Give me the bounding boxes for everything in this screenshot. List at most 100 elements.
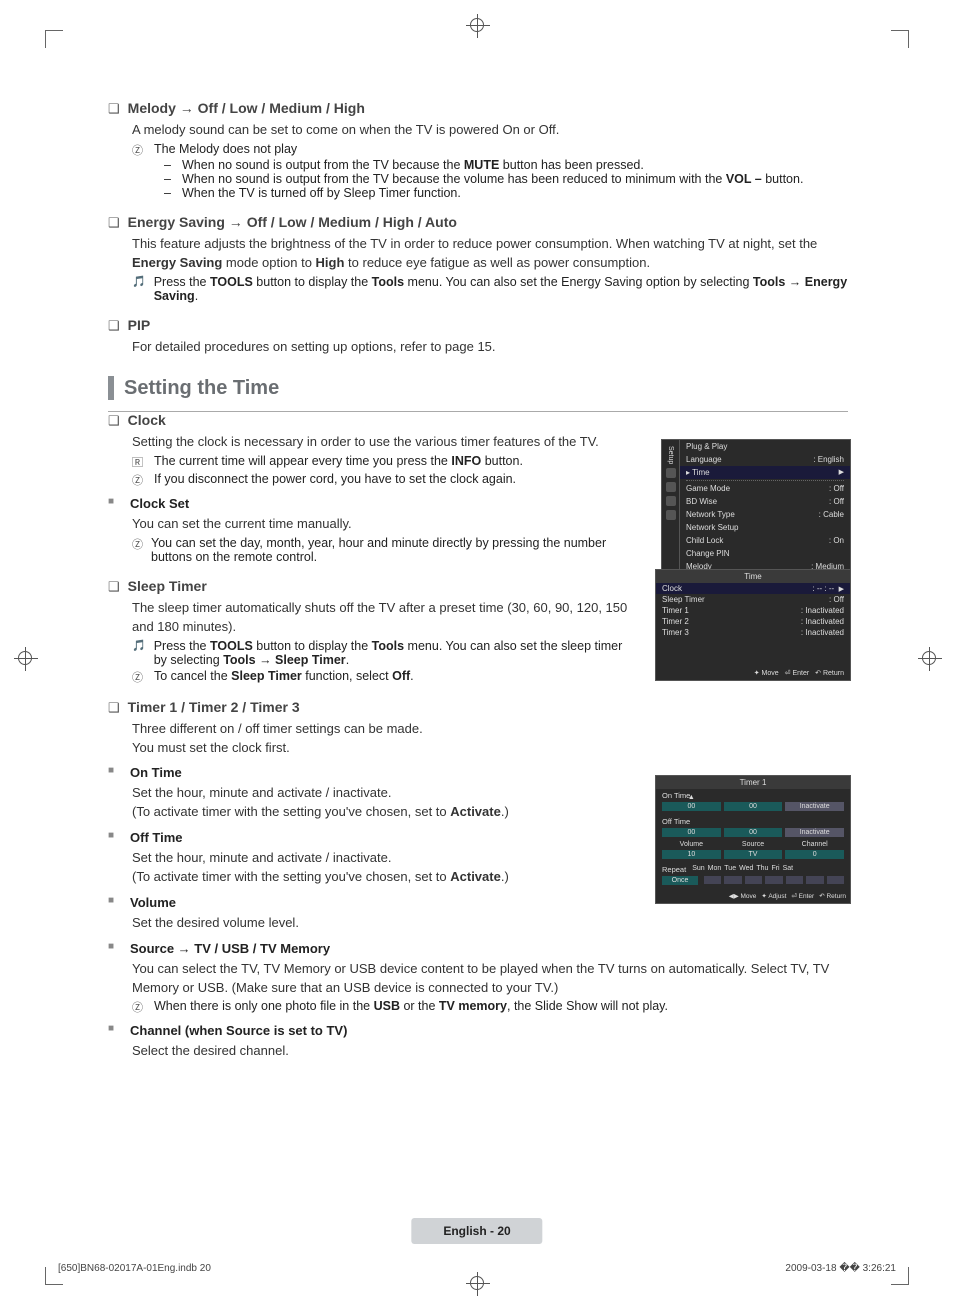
volume-title: Volume — [130, 895, 176, 910]
note-icon: Ⓩ — [132, 142, 146, 158]
section-energy: ❑ Energy Saving → Off / Low / Medium / Hi… — [108, 214, 848, 303]
section-heading-time: Setting the Time — [108, 376, 848, 400]
ontime-title: On Time — [130, 765, 182, 780]
melody-b1: When no sound is output from the TV beca… — [182, 158, 644, 172]
ontime-label: On Time — [656, 789, 850, 802]
melody-b3: When the TV is turned off by Sleep Timer… — [182, 186, 461, 200]
gear-icon — [666, 468, 676, 478]
section-title: Setting the Time — [124, 377, 848, 400]
square-bullet-icon: ❑ — [108, 700, 120, 716]
ontime-2: (To activate timer with the setting you'… — [132, 803, 638, 822]
chevron-right-icon: ▶ — [839, 468, 844, 477]
note-icon: Ⓩ — [132, 536, 143, 564]
small-square-icon: ■ — [108, 830, 122, 845]
osd-side-label: Setup — [667, 446, 674, 464]
crop-mark — [45, 30, 63, 48]
osd-time-menu: Time Clock: -- : -- ▶ Sleep Timer: Off T… — [655, 569, 851, 681]
move-icon: ◀▶ Move — [729, 892, 757, 900]
square-bullet-icon: ❑ — [108, 579, 120, 595]
adjust-icon: ✦ Adjust — [761, 892, 786, 900]
return-icon: ↶ Return — [815, 669, 844, 677]
volume-desc: Set the desired volume level. — [132, 914, 638, 933]
timers-d1: Three different on / off timer settings … — [132, 720, 848, 739]
energy-title: Energy Saving → Off / Low / Medium / Hig… — [128, 214, 457, 230]
icon — [666, 482, 676, 492]
move-icon: ✦ Move — [754, 669, 779, 677]
melody-title: Melody → Off / Low / Medium / High — [128, 100, 365, 116]
clock-n2: If you disconnect the power cord, you ha… — [154, 472, 516, 488]
clockset-title: Clock Set — [130, 496, 189, 511]
melody-desc: A melody sound can be set to come on whe… — [132, 121, 848, 140]
remote-icon: 🅁 — [132, 454, 146, 470]
square-bullet-icon: ❑ — [108, 413, 120, 429]
section-pip: ❑ PIP For detailed procedures on setting … — [108, 317, 848, 357]
pip-desc: For detailed procedures on setting up op… — [132, 338, 848, 357]
energy-tool: Press the TOOLS button to display the To… — [154, 275, 848, 303]
tools-icon: 🎵 — [132, 639, 146, 667]
enter-icon: ⏎ Enter — [791, 892, 814, 900]
timers-d2: You must set the clock first. — [132, 739, 848, 758]
note-icon: Ⓩ — [132, 999, 146, 1015]
tools-icon: 🎵 — [132, 275, 146, 303]
source-note: When there is only one photo file in the… — [154, 999, 668, 1015]
sleep-tool: Press the TOOLS button to display the To… — [154, 639, 638, 667]
small-square-icon: ■ — [108, 496, 122, 511]
registration-mark-icon — [18, 651, 32, 665]
offtime-1: Set the hour, minute and activate / inac… — [132, 849, 638, 868]
small-square-icon: ■ — [108, 941, 122, 956]
offtime-title: Off Time — [130, 830, 183, 845]
sleep-desc: The sleep timer automatically shuts off … — [132, 599, 638, 637]
osd-setup-menu: Setup Plug & Play Language: English ▸ Ti… — [661, 439, 851, 574]
clock-title: Clock — [128, 412, 166, 428]
small-square-icon: ■ — [108, 1023, 122, 1038]
chevron-right-icon: ▶ — [839, 586, 844, 593]
sleep-cancel: To cancel the Sleep Timer function, sele… — [154, 669, 414, 685]
return-icon: ↶ Return — [819, 892, 846, 900]
offtime-label: Off Time — [656, 815, 850, 828]
small-square-icon: ■ — [108, 895, 122, 910]
timers-title: Timer 1 / Timer 2 / Timer 3 — [128, 699, 300, 715]
dash-icon: – — [164, 172, 174, 186]
section-clock: ❑ Clock Setting the clock is necessary in… — [108, 412, 638, 564]
ontime-1: Set the hour, minute and activate / inac… — [132, 784, 638, 803]
icon — [666, 510, 676, 520]
clock-n1: The current time will appear every time … — [154, 454, 523, 470]
osd-title: Time — [656, 570, 850, 583]
channel-desc: Select the desired channel. — [132, 1042, 848, 1061]
registration-mark-icon — [470, 18, 484, 32]
note-icon: Ⓩ — [132, 472, 146, 488]
imposition-filename: [650]BN68-02017A-01Eng.indb 20 — [58, 1263, 211, 1274]
energy-desc: This feature adjusts the brightness of t… — [132, 235, 848, 273]
chevron-up-icon: ▲ — [688, 794, 695, 801]
square-bullet-icon: ❑ — [108, 101, 120, 117]
osd-row: Plug & Play — [686, 442, 727, 451]
clock-desc: Setting the clock is necessary in order … — [132, 433, 638, 452]
section-sleep: ❑ Sleep Timer The sleep timer automatical… — [108, 578, 638, 685]
osd-row: Language — [686, 455, 722, 464]
clockset-note: You can set the day, month, year, hour a… — [151, 536, 638, 564]
page-footer-label: English - 20 — [411, 1218, 542, 1244]
note-icon: Ⓩ — [132, 669, 146, 685]
dash-icon: – — [164, 158, 174, 172]
heading-bar-icon — [108, 376, 114, 400]
melody-note: The Melody does not play — [154, 142, 297, 158]
square-bullet-icon: ❑ — [108, 215, 120, 231]
osd-timer1-menu: Timer 1 On Time ▲0000Inactivate Off Time… — [655, 775, 851, 904]
registration-mark-icon — [922, 651, 936, 665]
enter-icon: ⏎ Enter — [785, 669, 810, 677]
small-square-icon: ■ — [108, 765, 122, 780]
registration-mark-icon — [470, 1276, 484, 1290]
imposition-timestamp: 2009-03-18 �� 3:26:21 — [785, 1263, 896, 1274]
square-bullet-icon: ❑ — [108, 318, 120, 334]
dash-icon: – — [164, 186, 174, 200]
source-desc: You can select the TV, TV Memory or USB … — [132, 960, 848, 998]
offtime-2: (To activate timer with the setting you'… — [132, 868, 638, 887]
osd-title: Timer 1 — [656, 776, 850, 789]
melody-b2: When no sound is output from the TV beca… — [182, 172, 803, 186]
pip-title: PIP — [128, 317, 151, 333]
sleep-title: Sleep Timer — [128, 578, 207, 594]
icon — [666, 496, 676, 506]
section-melody: ❑ Melody → Off / Low / Medium / High A me… — [108, 100, 848, 200]
clockset-desc: You can set the current time manually. — [132, 515, 638, 534]
source-title: Source → TV / USB / TV Memory — [130, 941, 330, 956]
